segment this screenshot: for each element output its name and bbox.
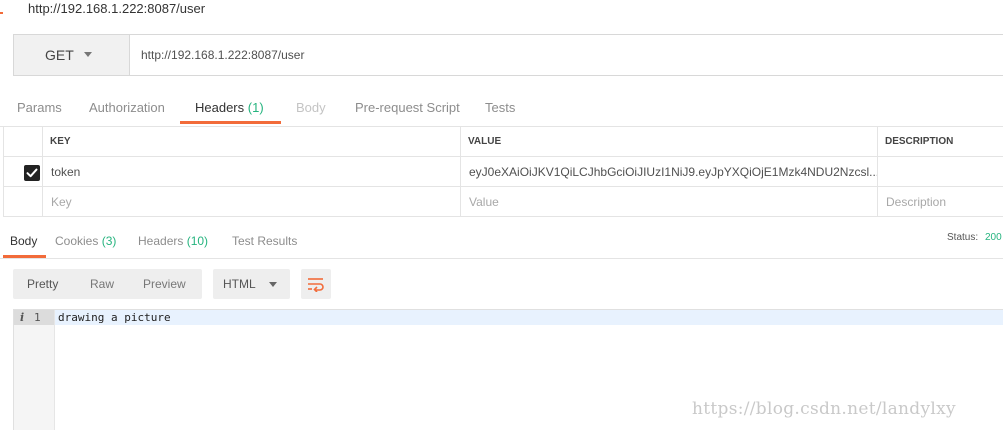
tab-response-headers-label: Headers bbox=[138, 234, 184, 248]
tab-headers-count: (1) bbox=[247, 100, 264, 115]
request-title: http://192.168.1.222:8087/user bbox=[28, 1, 206, 16]
language-dropdown[interactable]: HTML bbox=[213, 269, 290, 299]
response-tabs: Body Cookies (3) Headers (10) Test Resul… bbox=[0, 225, 1003, 259]
headers-table: KEY VALUE DESCRIPTION token eyJ0eXAiOiJK… bbox=[3, 126, 1003, 217]
column-header-value: VALUE bbox=[461, 126, 878, 157]
status-code: 200 bbox=[985, 232, 1002, 243]
tab-params[interactable]: Params bbox=[17, 100, 62, 115]
tab-response-body[interactable]: Body bbox=[10, 234, 37, 248]
tab-cookies-count: (3) bbox=[101, 234, 117, 248]
raw-button[interactable]: Raw bbox=[90, 277, 114, 291]
active-tab-indicator bbox=[180, 121, 281, 124]
checkmark-icon bbox=[26, 168, 38, 178]
url-input[interactable] bbox=[130, 35, 1003, 75]
tab-headers-label: Headers bbox=[195, 100, 245, 115]
table-row-check-cell bbox=[3, 157, 43, 187]
format-mode-group: Pretty Raw Preview bbox=[13, 269, 202, 299]
header-key-cell[interactable]: token bbox=[43, 157, 461, 187]
tab-authorization[interactable]: Authorization bbox=[89, 100, 165, 115]
pretty-button[interactable]: Pretty bbox=[27, 277, 58, 291]
table-row-check-cell bbox=[3, 187, 43, 217]
header-enabled-checkbox[interactable] bbox=[24, 165, 40, 181]
line-number: 1 bbox=[34, 311, 41, 324]
header-description-cell[interactable] bbox=[878, 157, 1003, 187]
column-header-description: DESCRIPTION bbox=[878, 126, 1003, 157]
tab-cookies-label: Cookies bbox=[55, 234, 99, 248]
table-header-check-cell bbox=[3, 126, 43, 157]
wrap-lines-icon bbox=[308, 278, 324, 292]
tab-headers[interactable]: Headers (1) bbox=[195, 100, 264, 115]
status-label: Status: bbox=[947, 232, 979, 243]
chevron-down-icon bbox=[84, 52, 92, 57]
code-line: drawing a picture bbox=[58, 311, 171, 324]
new-key-input[interactable]: Key bbox=[43, 187, 461, 217]
chevron-down-icon bbox=[269, 282, 277, 287]
request-bar: GET bbox=[13, 34, 1003, 76]
tab-test-results[interactable]: Test Results bbox=[232, 234, 297, 248]
active-tab-indicator bbox=[3, 255, 46, 258]
column-header-key: KEY bbox=[43, 126, 461, 157]
header-value-cell[interactable]: eyJ0eXAiOiJKV1QiLCJhbGciOiJIUzI1NiJ9.eyJ… bbox=[461, 157, 878, 187]
tab-tests[interactable]: Tests bbox=[485, 100, 515, 115]
window-title-bar: http://192.168.1.222:8087/user bbox=[0, 0, 1003, 22]
tab-body[interactable]: Body bbox=[296, 100, 326, 115]
new-description-input[interactable]: Description bbox=[878, 187, 1003, 217]
tab-response-headers-count: (10) bbox=[186, 234, 209, 248]
tab-pre-request-script[interactable]: Pre-request Script bbox=[355, 100, 460, 115]
request-tabs: Params Authorization Headers (1) Body Pr… bbox=[0, 92, 1003, 127]
method-label: GET bbox=[45, 47, 74, 63]
line-gutter: i 1 bbox=[14, 310, 55, 430]
new-value-input[interactable]: Value bbox=[461, 187, 878, 217]
method-dropdown[interactable]: GET bbox=[14, 35, 130, 75]
tab-response-headers[interactable]: Headers (10) bbox=[138, 234, 208, 248]
active-line-highlight bbox=[55, 310, 1003, 325]
preview-button[interactable]: Preview bbox=[143, 277, 186, 291]
watermark: https://blog.csdn.net/landylxy bbox=[692, 399, 956, 419]
language-label: HTML bbox=[223, 277, 256, 291]
wrap-lines-button[interactable] bbox=[301, 269, 331, 299]
accent-mark bbox=[0, 12, 3, 14]
tab-cookies[interactable]: Cookies (3) bbox=[55, 234, 116, 248]
info-icon: i bbox=[20, 311, 25, 324]
